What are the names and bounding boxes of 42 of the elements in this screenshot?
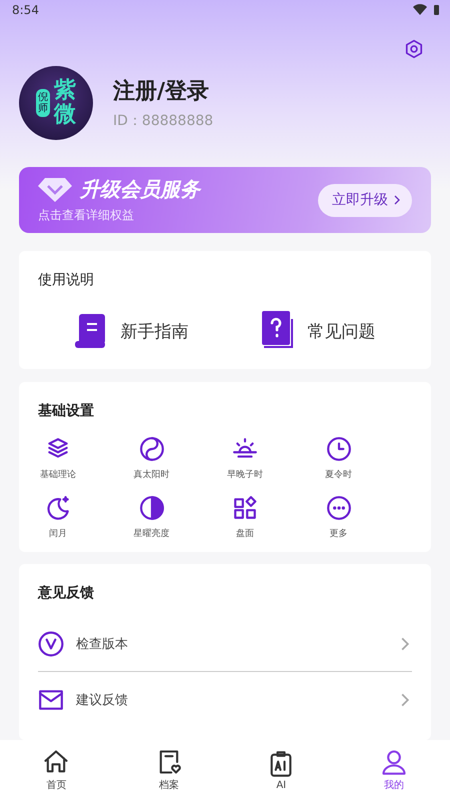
setting-item[interactable]: 夏令时: [318, 436, 412, 481]
tab[interactable]: 档案: [112, 748, 225, 792]
diamond-icon: [38, 176, 72, 203]
moon-star-icon: [45, 495, 71, 521]
feedback-row[interactable]: 检查版本: [38, 616, 412, 672]
scroll-icon: [74, 313, 106, 349]
setting-item[interactable]: 真太阳时: [132, 436, 225, 481]
feedback-row[interactable]: 建议反馈: [38, 672, 412, 728]
card-title: 意见反馈: [38, 584, 95, 602]
shapes-grid-icon: [232, 495, 258, 521]
setting-item[interactable]: 基础理论: [38, 436, 132, 481]
avatar-text: 紫微: [54, 79, 76, 128]
login-link[interactable]: 注册/登录: [113, 76, 214, 106]
avatar-tag: 倪师: [36, 89, 50, 118]
wifi-battery-icon: [412, 4, 440, 16]
yin-yang-icon: [138, 436, 164, 462]
setting-item[interactable]: 闰月: [38, 495, 132, 540]
tab[interactable]: 首页: [0, 748, 112, 792]
setting-item[interactable]: 盘面: [225, 495, 318, 540]
upgrade-button[interactable]: 立即升级: [318, 184, 412, 217]
vip-subtitle: 点击查看详细权益: [38, 207, 135, 224]
card-title: 基础设置: [38, 402, 95, 420]
more-icon: [326, 495, 352, 521]
user-id: ID：88888888: [113, 112, 214, 130]
tab[interactable]: 我的: [338, 748, 450, 792]
settings-icon[interactable]: [404, 39, 424, 60]
user-icon: [380, 748, 408, 776]
setting-item[interactable]: 更多: [318, 495, 412, 540]
vip-title: 升级会员服务: [80, 176, 200, 204]
setting-item[interactable]: 星曜亮度: [132, 495, 225, 540]
guide-item[interactable]: 新手指南: [38, 311, 225, 351]
setting-item[interactable]: 早晚子时: [225, 436, 318, 481]
tab[interactable]: AI: [225, 750, 338, 790]
guide-item[interactable]: 常见问题: [225, 311, 412, 351]
version-v-icon: [38, 630, 64, 656]
status-time: 8:54: [12, 2, 39, 17]
contrast-icon: [138, 495, 164, 521]
clock-icon: [326, 436, 352, 462]
vip-banner[interactable]: 升级会员服务 点击查看详细权益 立即升级: [19, 167, 431, 233]
card-title: 使用说明: [38, 271, 95, 289]
chevron-right-icon: [392, 195, 402, 206]
question-book-icon: [262, 311, 294, 351]
